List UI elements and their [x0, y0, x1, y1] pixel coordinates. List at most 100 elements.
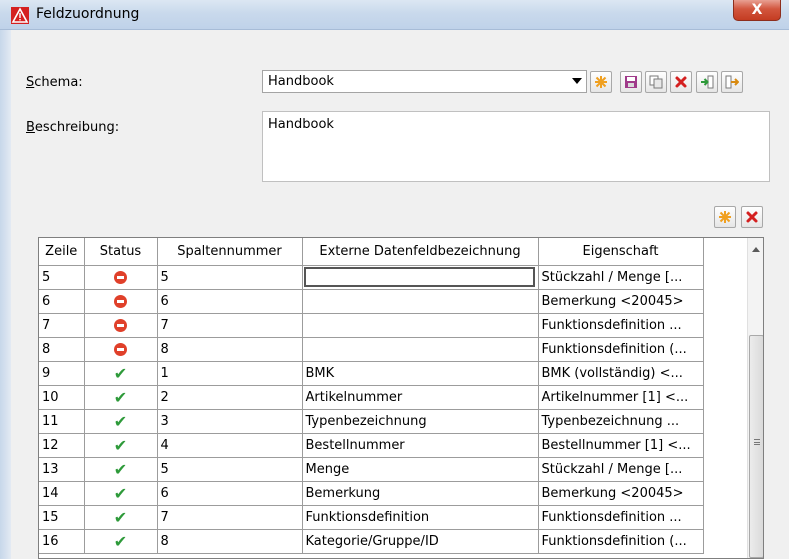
cell-spaltennummer[interactable]: 3: [157, 409, 303, 434]
table-row[interactable]: 12 ✔ 4 Bestellnummer Bestellnummer [1] <...: [39, 433, 704, 458]
cell-zeile[interactable]: 16: [39, 529, 85, 554]
cell-externe-datenfeldbezeichnung[interactable]: Bestellnummer: [302, 433, 539, 458]
cell-spaltennummer[interactable]: 4: [157, 433, 303, 458]
delete-schema-button[interactable]: [670, 71, 692, 93]
cell-zeile[interactable]: 6: [39, 289, 85, 314]
cell-spaltennummer[interactable]: 6: [157, 481, 303, 506]
cell-externe-datenfeldbezeichnung[interactable]: Artikelnummer: [302, 385, 539, 410]
mapping-table: Zeile Status Spaltennummer Externe Daten…: [39, 238, 704, 554]
cell-eigenschaft[interactable]: Bemerkung <20045>: [538, 289, 704, 314]
cell-externe-datenfeldbezeichnung[interactable]: Funktionsdefinition: [302, 505, 539, 530]
cell-zeile[interactable]: 10: [39, 385, 85, 410]
chevron-down-icon[interactable]: [572, 78, 582, 84]
cell-status[interactable]: ✔: [84, 361, 158, 386]
schema-select[interactable]: Handbook: [262, 70, 587, 93]
cell-externe-datenfeldbezeichnung[interactable]: Menge: [302, 457, 539, 482]
cell-externe-datenfeldbezeichnung[interactable]: BMK: [302, 361, 539, 386]
mapping-grid[interactable]: Zeile Status Spaltennummer Externe Daten…: [38, 237, 764, 559]
cell-status[interactable]: [84, 337, 158, 362]
table-row[interactable]: 13 ✔ 5 Menge Stückzahl / Menge [...: [39, 457, 704, 482]
column-header-zeile[interactable]: Zeile: [39, 238, 85, 266]
cell-externe-datenfeldbezeichnung[interactable]: [302, 289, 539, 314]
new-icon: [595, 76, 607, 88]
title-bar[interactable]: Feldzuordnung X: [0, 0, 789, 30]
cell-status[interactable]: [84, 265, 158, 290]
cell-status[interactable]: ✔: [84, 385, 158, 410]
cell-status[interactable]: ✔: [84, 409, 158, 434]
cell-spaltennummer[interactable]: 2: [157, 385, 303, 410]
table-row[interactable]: 14 ✔ 6 Bemerkung Bemerkung <20045>: [39, 481, 704, 506]
cell-zeile[interactable]: 12: [39, 433, 85, 458]
cell-zeile[interactable]: 7: [39, 313, 85, 338]
save-schema-button[interactable]: [620, 71, 642, 93]
cell-eigenschaft[interactable]: Funktionsdefinition (...: [538, 529, 704, 554]
table-row[interactable]: 9 ✔ 1 BMK BMK (vollständig) <...: [39, 361, 704, 386]
cell-status[interactable]: [84, 289, 158, 314]
vertical-scrollbar[interactable]: [747, 238, 763, 558]
cell-zeile[interactable]: 11: [39, 409, 85, 434]
table-row[interactable]: 10 ✔ 2 Artikelnummer Artikelnummer [1] <...: [39, 385, 704, 410]
cell-eigenschaft[interactable]: Stückzahl / Menge [...: [538, 457, 704, 482]
cell-externe-datenfeldbezeichnung[interactable]: Bemerkung: [302, 481, 539, 506]
cell-zeile[interactable]: 9: [39, 361, 85, 386]
cell-eigenschaft[interactable]: BMK (vollständig) <...: [538, 361, 704, 386]
description-field[interactable]: Handbook: [262, 111, 770, 182]
cell-zeile[interactable]: 13: [39, 457, 85, 482]
cell-status[interactable]: ✔: [84, 433, 158, 458]
table-row[interactable]: 11 ✔ 3 Typenbezeichnung Typenbezeichnung ...: [39, 409, 704, 434]
scroll-up-icon[interactable]: [752, 247, 760, 252]
copy-schema-button[interactable]: [645, 71, 667, 93]
cell-status[interactable]: ✔: [84, 481, 158, 506]
close-button[interactable]: X: [733, 0, 781, 21]
import-schema-button[interactable]: [696, 71, 718, 93]
cell-externe-datenfeldbezeichnung[interactable]: [302, 337, 539, 362]
cell-eigenschaft[interactable]: Bemerkung <20045>: [538, 481, 704, 506]
cell-externe-datenfeldbezeichnung[interactable]: Kategorie/Gruppe/ID: [302, 529, 539, 554]
cell-eigenschaft[interactable]: Funktionsdefinition ...: [538, 313, 704, 338]
cell-eigenschaft[interactable]: Funktionsdefinition (...: [538, 337, 704, 362]
cell-eigenschaft[interactable]: Typenbezeichnung ...: [538, 409, 704, 434]
checkmark-icon: ✔: [113, 387, 128, 407]
new-row-button[interactable]: [714, 206, 736, 228]
cell-zeile[interactable]: 8: [39, 337, 85, 362]
cell-eigenschaft[interactable]: Funktionsdefinition ...: [538, 505, 704, 530]
checkmark-icon: ✔: [113, 363, 128, 383]
column-header-externe-datenfeldbezeichnung[interactable]: Externe Datenfeldbezeichnung: [302, 238, 539, 266]
column-header-status[interactable]: Status: [84, 238, 158, 266]
cell-spaltennummer[interactable]: 8: [157, 337, 303, 362]
new-schema-button[interactable]: [590, 71, 612, 93]
cell-spaltennummer[interactable]: 1: [157, 361, 303, 386]
cell-status[interactable]: ✔: [84, 529, 158, 554]
cell-status[interactable]: ✔: [84, 505, 158, 530]
cell-spaltennummer[interactable]: 7: [157, 505, 303, 530]
table-row[interactable]: 16 ✔ 8 Kategorie/Gruppe/ID Funktionsdefiniti…: [39, 529, 704, 554]
cell-editor-input[interactable]: [303, 267, 535, 287]
table-row[interactable]: 15 ✔ 7 Funktionsdefinition Funktionsdefiniti…: [39, 505, 704, 530]
export-schema-button[interactable]: [721, 71, 743, 93]
cell-externe-datenfeldbezeichnung[interactable]: Typenbezeichnung: [302, 409, 539, 434]
cell-spaltennummer[interactable]: 5: [157, 265, 303, 290]
delete-row-button[interactable]: [741, 206, 763, 228]
cell-spaltennummer[interactable]: 5: [157, 457, 303, 482]
table-row[interactable]: 7 7 Funktionsdefinition ...: [39, 313, 704, 338]
scroll-thumb[interactable]: [749, 335, 763, 558]
cell-status[interactable]: ✔: [84, 457, 158, 482]
cell-eigenschaft[interactable]: Stückzahl / Menge [...: [538, 265, 704, 290]
cell-externe-datenfeldbezeichnung[interactable]: [302, 313, 539, 338]
cell-zeile[interactable]: 14: [39, 481, 85, 506]
table-row[interactable]: 8 8 Funktionsdefinition (...: [39, 337, 704, 362]
cell-spaltennummer[interactable]: 8: [157, 529, 303, 554]
cell-externe-datenfeldbezeichnung[interactable]: [302, 265, 539, 290]
cell-eigenschaft[interactable]: Bestellnummer [1] <...: [538, 433, 704, 458]
column-header-spaltennummer[interactable]: Spaltennummer: [157, 238, 303, 266]
cell-zeile[interactable]: 15: [39, 505, 85, 530]
table-row[interactable]: 6 6 Bemerkung <20045>: [39, 289, 704, 314]
table-row[interactable]: 5 5 Stückzahl / Menge [...: [39, 265, 704, 290]
cell-status[interactable]: [84, 313, 158, 338]
cell-spaltennummer[interactable]: 7: [157, 313, 303, 338]
cell-spaltennummer[interactable]: 6: [157, 289, 303, 314]
cell-eigenschaft[interactable]: Artikelnummer [1] <...: [538, 385, 704, 410]
delete-row-icon: [746, 211, 758, 223]
cell-zeile[interactable]: 5: [39, 265, 85, 290]
column-header-eigenschaft[interactable]: Eigenschaft: [538, 238, 704, 266]
